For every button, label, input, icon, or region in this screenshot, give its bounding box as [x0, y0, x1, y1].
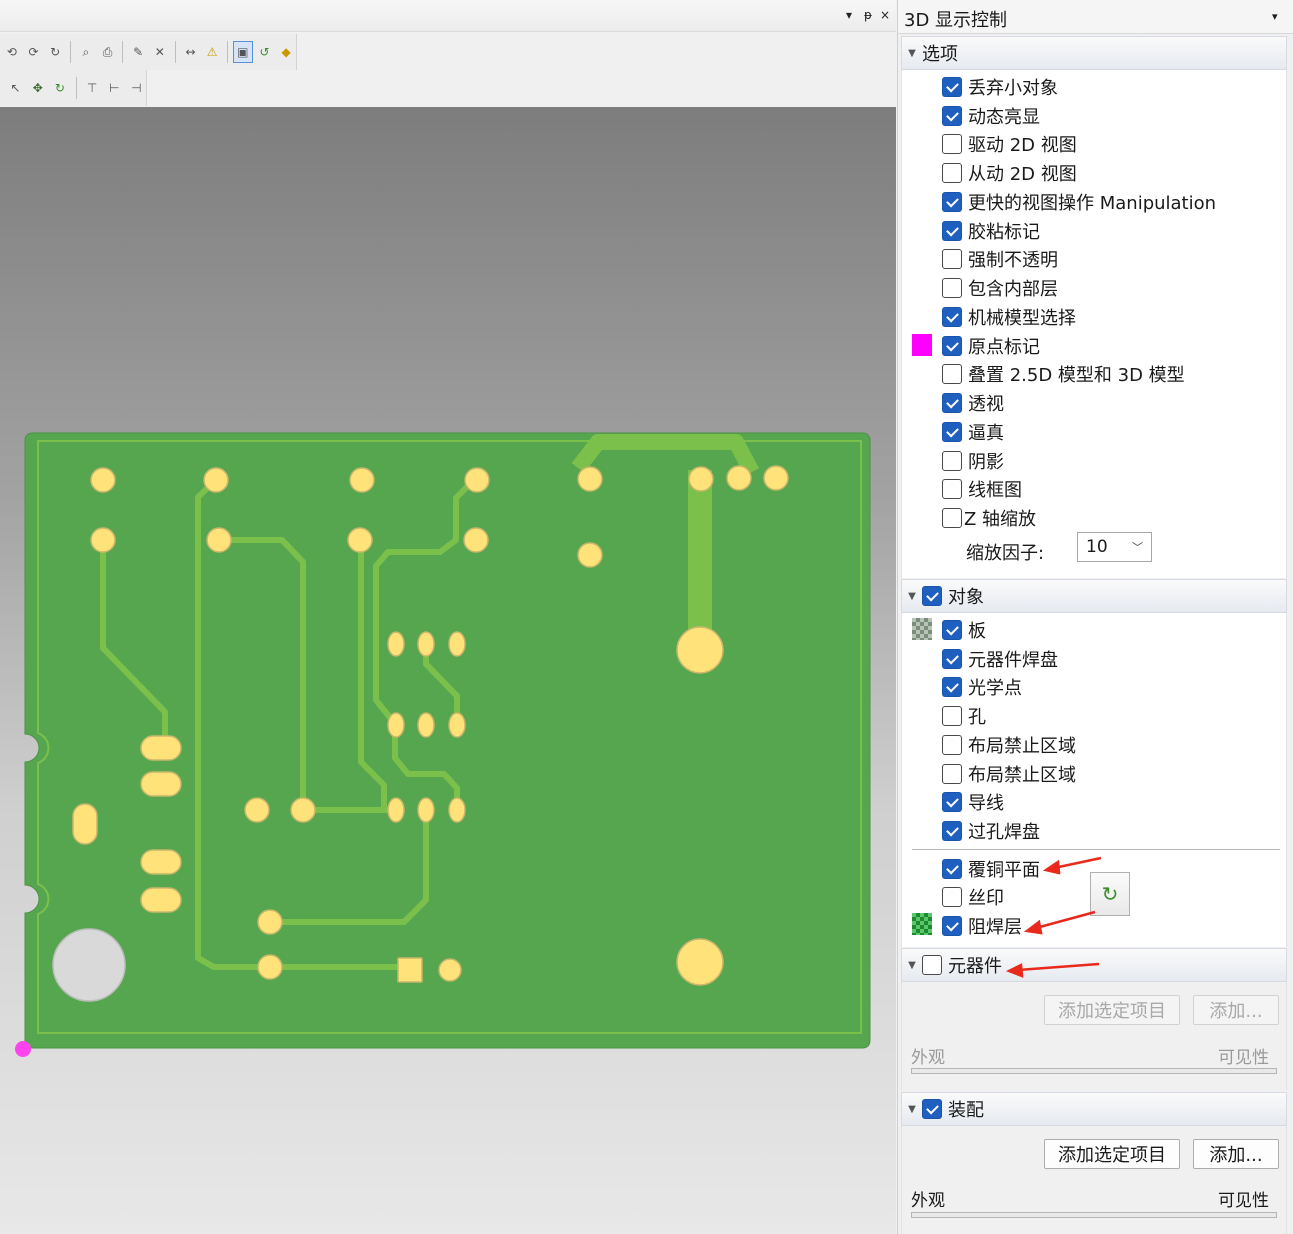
toolbar-divider: [70, 41, 71, 63]
dropdown-icon[interactable]: ▾: [846, 8, 852, 22]
3d-viewport[interactable]: [0, 107, 896, 1234]
toolbar-divider: [122, 41, 124, 63]
toolbar-main: ⟲ ⟳ ↻ ⌕ ⎙ ✎ ✕ ↔ ⚠ ▣ ↺ ◆: [0, 34, 297, 70]
preview-icon[interactable]: ⌕: [76, 41, 96, 63]
view-front-icon[interactable]: ⊢: [105, 77, 124, 99]
refresh-3d-icon[interactable]: ↺: [255, 41, 275, 63]
pin-icon[interactable]: ᵽ: [864, 8, 872, 22]
3d-display-control-panel: 3D 显示控制 ▾ ▼ 选项 丢弃小对象 动态亮显 驱动 2D 视图 从动 2D…: [897, 0, 1293, 1234]
select-pointer-icon[interactable]: ↖: [6, 77, 25, 99]
view-side-icon[interactable]: ⊣: [127, 77, 146, 99]
dimension-icon[interactable]: ↔: [181, 41, 201, 63]
toolbar-divider: [75, 77, 77, 99]
annotation-arrow-solder-mask: [1035, 910, 1096, 930]
print-icon[interactable]: ⎙: [98, 41, 118, 63]
annotation-arrow-components: [1017, 962, 1100, 972]
toolbar-secondary: ↖ ✥ ↻ ⊤ ⊢ ⊣: [0, 70, 147, 106]
warning-icon[interactable]: ⚠: [202, 41, 222, 63]
annotation-arrows: [1005, 856, 1102, 978]
history-icon[interactable]: ↻: [45, 41, 65, 63]
view-top-icon[interactable]: ⊤: [82, 77, 101, 99]
view-title-bar: ▾ ᵽ ×: [0, 0, 896, 32]
measure-icon[interactable]: ✎: [128, 41, 148, 63]
toolbar-divider: [227, 41, 228, 63]
annotation-arrow-copper-pour: [1053, 856, 1102, 870]
reset-view-icon[interactable]: ↻: [50, 77, 69, 99]
design-view: ▾ ᵽ × ⟲ ⟳ ↻ ⌕ ⎙ ✎ ✕ ↔ ⚠ ▣ ↺ ◆ ↖ ✥ ↻ ⊤ ⊢ …: [0, 0, 896, 1234]
export-3d-icon[interactable]: ◆: [276, 41, 296, 63]
toolbar-divider: [174, 41, 176, 63]
display-control-icon[interactable]: ▣: [232, 41, 253, 63]
redo-icon[interactable]: ⟳: [24, 41, 44, 63]
rotate-view-icon[interactable]: ✥: [28, 77, 47, 99]
measure-clear-icon[interactable]: ✕: [150, 41, 170, 63]
pcb-board-render: [15, 432, 871, 1057]
close-icon[interactable]: ×: [880, 8, 890, 22]
undo-icon[interactable]: ⟲: [2, 41, 22, 63]
